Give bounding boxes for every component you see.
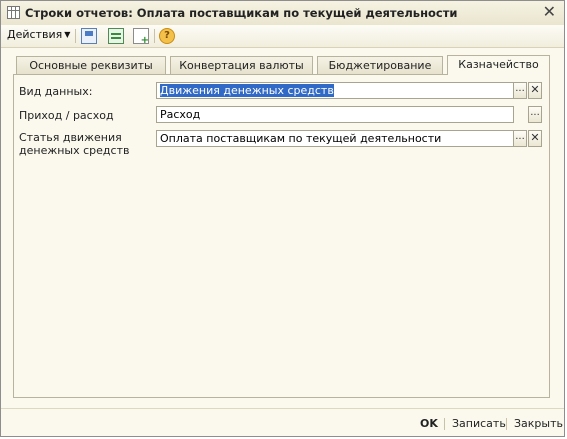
tab-treasury[interactable]: Казначейство: [447, 55, 550, 75]
article-field[interactable]: Оплата поставщикам по текущей деятельнос…: [156, 130, 514, 147]
ok-button[interactable]: OK: [420, 417, 438, 430]
direction-field[interactable]: Расход: [156, 106, 514, 123]
dialog-window: Строки отчетов: Оплата поставщикам по те…: [0, 0, 565, 437]
copy-new-icon[interactable]: [133, 28, 149, 46]
toolbar-separator: [75, 29, 76, 43]
data-type-clear-button[interactable]: ✕: [528, 82, 542, 99]
direction-select-button[interactable]: ...: [528, 106, 542, 123]
article-select-button[interactable]: ...: [513, 130, 527, 147]
data-type-field[interactable]: Движения денежных средств: [156, 82, 514, 99]
title-bar: Строки отчетов: Оплата поставщикам по те…: [1, 1, 564, 26]
article-clear-button[interactable]: ✕: [528, 130, 542, 147]
actions-label: Действия: [7, 28, 63, 41]
toolbar: Действия▼ ?: [1, 25, 564, 48]
article-label-line1: Статья движения: [19, 131, 122, 144]
close-icon[interactable]: ✕: [543, 4, 556, 20]
footer-separator: [444, 418, 445, 430]
data-type-select-button[interactable]: ...: [513, 82, 527, 99]
tab-currency-conversion[interactable]: Конвертация валюты: [170, 56, 313, 74]
toolbar-separator: [154, 29, 155, 43]
footer-divider: [1, 408, 564, 409]
table-icon: [7, 6, 20, 19]
article-value: Оплата поставщикам по текущей деятельнос…: [160, 132, 442, 145]
direction-value: Расход: [160, 108, 201, 121]
tab-main-details[interactable]: Основные реквизиты: [16, 56, 166, 74]
data-type-value: Движения денежных средств: [160, 84, 334, 97]
actions-menu-button[interactable]: Действия ▼: [7, 28, 70, 41]
footer-separator: [506, 418, 507, 430]
tab-strip: Основные реквизиты Конвертация валюты Бю…: [13, 55, 550, 75]
help-icon[interactable]: ?: [159, 28, 175, 44]
direction-label: Приход / расход: [19, 109, 114, 122]
close-button[interactable]: Закрыть: [514, 417, 563, 430]
window-title: Строки отчетов: Оплата поставщикам по те…: [25, 6, 458, 20]
save-button[interactable]: Записать: [452, 417, 506, 430]
chevron-down-icon: ▼: [64, 30, 71, 39]
tab-budgeting[interactable]: Бюджетирование: [317, 56, 443, 74]
data-type-label: Вид данных:: [19, 85, 93, 98]
article-label-line2: денежных средств: [19, 144, 130, 157]
save-close-icon[interactable]: [81, 28, 97, 44]
table-view-icon[interactable]: [108, 28, 124, 44]
